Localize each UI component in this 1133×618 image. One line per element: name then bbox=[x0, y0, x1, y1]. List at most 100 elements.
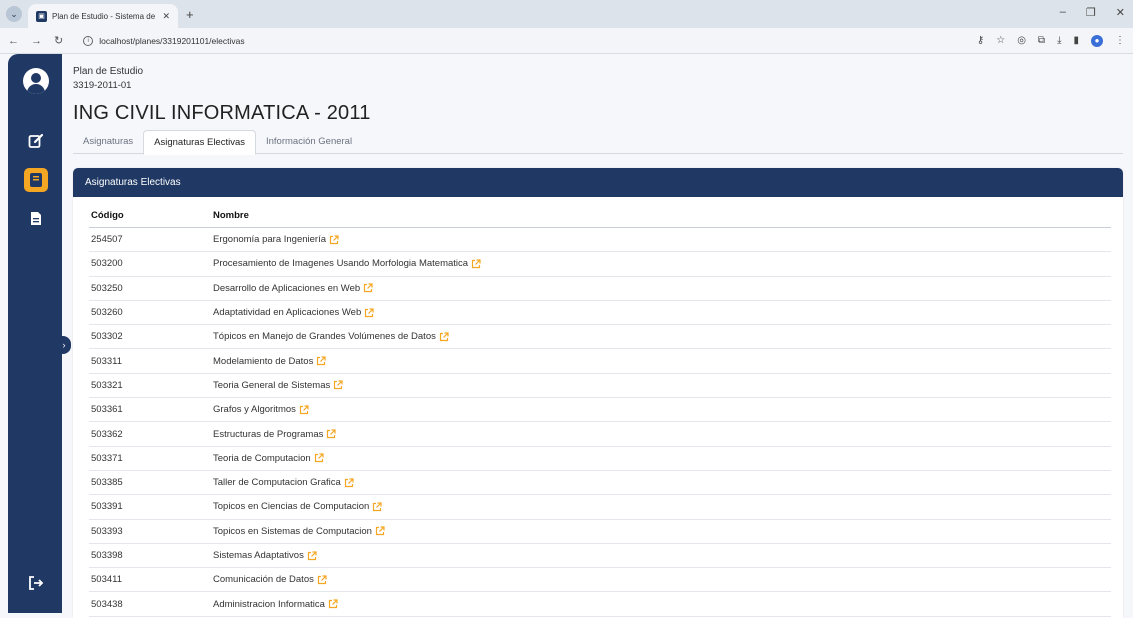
course-name-cell: Tópicos en Manejo de Grandes Volúmenes d… bbox=[213, 331, 1111, 342]
external-link-icon[interactable] bbox=[344, 478, 354, 488]
back-icon[interactable]: ← bbox=[8, 35, 19, 47]
password-key-icon[interactable]: ⚷ bbox=[977, 35, 984, 46]
restore-icon[interactable]: ❐ bbox=[1086, 6, 1096, 19]
course-code: 503362 bbox=[91, 428, 123, 440]
external-link-icon[interactable] bbox=[333, 380, 343, 390]
close-tab-icon[interactable]: ✕ bbox=[162, 11, 170, 22]
course-name-link[interactable]: Administracion Informatica bbox=[213, 599, 325, 610]
address-bar: ← → ↻ i localhost/planes/3319201101/elec… bbox=[0, 28, 1133, 54]
extension-icon[interactable]: ◎ bbox=[1017, 35, 1026, 46]
table-row: 503385 Taller de Computacion Grafica bbox=[89, 471, 1111, 496]
table-row: 503361 Grafos y Algoritmos bbox=[89, 398, 1111, 423]
favicon-icon: ▣ bbox=[36, 10, 47, 22]
url-text: localhost/planes/3319201101/electivas bbox=[99, 35, 245, 46]
course-name-link[interactable]: Grafos y Algoritmos bbox=[213, 404, 296, 415]
forward-icon[interactable]: → bbox=[31, 35, 42, 47]
new-tab-icon[interactable]: + bbox=[186, 7, 194, 22]
course-name-link[interactable]: Taller de Computacion Grafica bbox=[213, 477, 341, 488]
minimize-icon[interactable]: – bbox=[1060, 6, 1066, 19]
course-code: 254507 bbox=[91, 234, 123, 246]
edit-icon[interactable] bbox=[25, 130, 47, 152]
course-code: 503438 bbox=[91, 598, 123, 610]
url-field[interactable]: i localhost/planes/3319201101/electivas bbox=[75, 31, 935, 51]
course-name-cell: Estructuras de Programas bbox=[213, 429, 1111, 440]
external-link-icon[interactable] bbox=[364, 307, 374, 318]
external-link-icon[interactable] bbox=[307, 550, 317, 561]
tab-search-icon[interactable]: ⌄ bbox=[6, 6, 22, 22]
course-name-link[interactable]: Sistemas Adaptativos bbox=[213, 550, 304, 561]
table-row: 503260 Adaptatividad en Aplicaciones Web bbox=[89, 301, 1111, 326]
column-header-code: Código bbox=[91, 210, 124, 221]
course-name-cell: Topicos en Sistemas de Computacion bbox=[213, 526, 1111, 537]
external-link-icon[interactable] bbox=[314, 453, 324, 463]
browser-tab[interactable]: ▣ Plan de Estudio - Sistema de G ✕ bbox=[28, 4, 178, 28]
table-row: 503311 Modelamiento de Datos bbox=[89, 349, 1111, 374]
user-avatar-icon[interactable] bbox=[23, 68, 49, 94]
course-name-link[interactable]: Procesamiento de Imagenes Usando Morfolo… bbox=[213, 258, 468, 269]
tab-asignaturas-electivas[interactable]: Asignaturas Electivas bbox=[143, 130, 256, 155]
side-panel-icon[interactable]: ▮ bbox=[1073, 35, 1079, 46]
external-link-icon[interactable] bbox=[471, 259, 481, 269]
tabs: Asignaturas Asignaturas Electivas Inform… bbox=[73, 130, 1123, 155]
site-info-icon[interactable]: i bbox=[83, 35, 94, 46]
course-code: 503393 bbox=[91, 525, 123, 537]
tab-informacion-general[interactable]: Información General bbox=[256, 130, 362, 153]
external-link-icon[interactable] bbox=[328, 599, 338, 609]
reload-icon[interactable]: ↻ bbox=[54, 34, 63, 47]
external-link-icon[interactable] bbox=[439, 332, 449, 342]
course-name-link[interactable]: Topicos en Ciencias de Computacion bbox=[213, 501, 369, 512]
plan-code: 3319-2011-01 bbox=[73, 80, 132, 91]
close-window-icon[interactable]: ✕ bbox=[1116, 6, 1125, 19]
course-name-link[interactable]: Teoria de Computacion bbox=[213, 453, 311, 464]
bookmark-star-icon[interactable]: ☆ bbox=[996, 35, 1005, 46]
external-link-icon[interactable] bbox=[317, 575, 327, 585]
external-link-icon[interactable] bbox=[372, 502, 382, 512]
tab-asignaturas[interactable]: Asignaturas bbox=[73, 130, 143, 153]
course-name-link[interactable]: Desarrollo de Aplicaciones en Web bbox=[213, 283, 360, 294]
external-link-icon[interactable] bbox=[316, 356, 326, 366]
page-title: ING CIVIL INFORMATICA - 2011 bbox=[73, 102, 371, 124]
sidebar: › bbox=[0, 54, 71, 613]
electives-card: Asignaturas Electivas Código Nombre 2545… bbox=[73, 168, 1123, 618]
profile-icon[interactable]: ● bbox=[1091, 34, 1103, 47]
menu-kebab-icon[interactable]: ⋮ bbox=[1115, 35, 1125, 46]
table-row: 503371 Teoria de Computacion bbox=[89, 447, 1111, 471]
course-name-link[interactable]: Modelamiento de Datos bbox=[213, 356, 313, 367]
external-link-icon[interactable] bbox=[326, 429, 336, 439]
course-name-link[interactable]: Comunicación de Datos bbox=[213, 574, 314, 585]
course-code: 503311 bbox=[91, 355, 122, 367]
external-link-icon[interactable] bbox=[299, 405, 309, 415]
course-code: 503361 bbox=[91, 404, 123, 416]
window-controls: – ❐ ✕ bbox=[1060, 6, 1125, 19]
external-link-icon[interactable] bbox=[329, 235, 339, 245]
course-name-link[interactable]: Teoria General de Sistemas bbox=[213, 380, 330, 391]
book-icon[interactable] bbox=[24, 168, 48, 192]
puzzle-icon[interactable]: ⧉ bbox=[1038, 35, 1045, 46]
table-row: 503250 Desarrollo de Aplicaciones en Web bbox=[89, 277, 1111, 301]
course-code: 503321 bbox=[91, 379, 123, 391]
external-link-icon[interactable] bbox=[363, 283, 373, 293]
logout-icon[interactable] bbox=[25, 572, 47, 594]
course-name-link[interactable]: Topicos en Sistemas de Computacion bbox=[213, 526, 372, 537]
browser-toolbar: ⚷ ☆ ◎ ⧉ ⤓ ▮ ● ⋮ bbox=[977, 34, 1125, 47]
course-name-link[interactable]: Estructuras de Programas bbox=[213, 429, 323, 440]
table-row: 503321 Teoria General de Sistemas bbox=[89, 374, 1111, 399]
app-root: › Plan de Estudio 3319-2011-01 ING CIVIL… bbox=[0, 54, 1133, 618]
download-icon[interactable]: ⤓ bbox=[1057, 35, 1061, 46]
table-header-row: Código Nombre bbox=[89, 204, 1111, 228]
course-code: 503398 bbox=[91, 550, 123, 561]
table-row: 503362 Estructuras de Programas bbox=[89, 422, 1111, 447]
browser-tabbar: ⌄ ▣ Plan de Estudio - Sistema de G ✕ + –… bbox=[0, 0, 1133, 28]
external-link-icon[interactable] bbox=[375, 526, 385, 536]
course-code: 503302 bbox=[91, 331, 123, 343]
course-code: 503391 bbox=[91, 501, 123, 513]
course-name-link[interactable]: Ergonomía para Ingeniería bbox=[213, 234, 326, 245]
course-name-link[interactable]: Adaptatividad en Aplicaciones Web bbox=[213, 307, 361, 318]
document-icon[interactable] bbox=[25, 207, 47, 229]
course-code: 503411 bbox=[91, 574, 122, 586]
course-name-link[interactable]: Tópicos en Manejo de Grandes Volúmenes d… bbox=[213, 331, 436, 342]
course-code: 503200 bbox=[91, 258, 123, 270]
course-name-cell: Adaptatividad en Aplicaciones Web bbox=[213, 307, 1111, 318]
course-name-cell: Topicos en Ciencias de Computacion bbox=[213, 501, 1111, 512]
tab-title: Plan de Estudio - Sistema de G bbox=[52, 11, 158, 21]
